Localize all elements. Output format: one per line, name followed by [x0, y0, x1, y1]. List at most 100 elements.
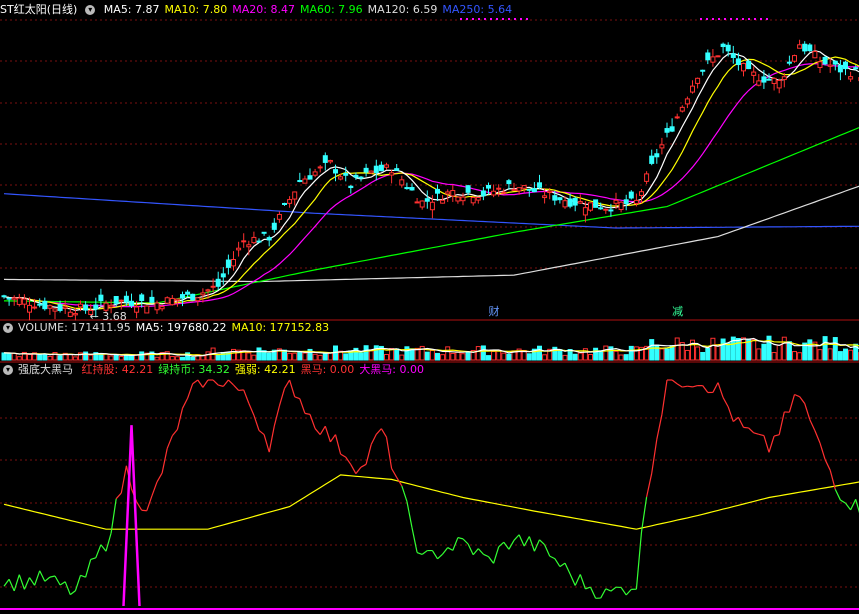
- red-green-line: [380, 428, 388, 438]
- candle-body: [475, 197, 481, 201]
- candle-body: [598, 207, 604, 210]
- signal-dot: [490, 18, 492, 20]
- volume-bar: [251, 354, 257, 361]
- volume-bar: [460, 353, 466, 361]
- stock-name[interactable]: ST红太阳(日线): [0, 3, 77, 16]
- red-green-line: [64, 581, 71, 595]
- red-green-line: [187, 383, 194, 399]
- price-ma-label: MA10: 7.80: [164, 3, 228, 16]
- red-green-line: [95, 544, 102, 559]
- red-green-line: [727, 406, 734, 422]
- volume-bar: [287, 352, 293, 361]
- volume-bar: [6, 352, 12, 361]
- red-green-line: [243, 389, 250, 404]
- red-green-line: [421, 550, 428, 555]
- candle-body: [751, 71, 757, 76]
- red-green-line: [824, 459, 831, 471]
- red-green-line: [768, 435, 775, 453]
- candle-body: [317, 166, 323, 169]
- candle-body: [781, 76, 787, 81]
- candle-body: [516, 187, 522, 192]
- red-green-line: [69, 590, 76, 596]
- red-green-line: [431, 550, 439, 560]
- dropdown-icon[interactable]: ▾: [3, 323, 13, 333]
- candle-body: [802, 43, 808, 52]
- indicator-name[interactable]: 强底大黑马: [18, 363, 73, 376]
- candle-body: [460, 196, 466, 202]
- candle-body: [486, 185, 491, 189]
- candle-body: [261, 231, 267, 234]
- red-green-line: [8, 579, 15, 592]
- candle-body: [455, 196, 461, 202]
- volume-bar: [623, 354, 629, 361]
- volume-bar: [792, 351, 797, 361]
- signal-dot: [754, 18, 756, 20]
- volume-bar: [741, 337, 746, 361]
- red-green-line: [416, 551, 423, 555]
- red-green-line: [258, 429, 265, 436]
- red-green-line: [544, 544, 551, 557]
- volume-bar: [57, 355, 63, 361]
- candle-body: [608, 209, 614, 212]
- dark-horse-spike: [122, 425, 141, 607]
- volume-bar: [720, 338, 726, 361]
- candle-body: [409, 187, 415, 191]
- candle-body: [577, 201, 583, 204]
- candle-body: [807, 44, 813, 52]
- red-green-line: [385, 437, 393, 469]
- price-ma-label: MA250: 5.64: [442, 3, 513, 16]
- candle-body: [822, 56, 828, 65]
- volume-bar: [180, 356, 185, 361]
- red-green-line: [176, 408, 184, 430]
- candle-body: [164, 297, 170, 304]
- volume-bar: [710, 337, 716, 361]
- volume-bar: [827, 348, 833, 361]
- volume-bar: [174, 356, 180, 361]
- candle-body: [297, 180, 303, 183]
- dropdown-icon[interactable]: ▾: [85, 5, 96, 15]
- candle-body: [363, 167, 369, 173]
- red-green-line: [85, 559, 92, 578]
- candle-body: [322, 155, 328, 163]
- red-green-line: [49, 575, 56, 578]
- candle-body: [817, 61, 823, 68]
- volume-bar: [98, 354, 104, 361]
- candle-body: [715, 55, 721, 58]
- red-green-line: [289, 379, 296, 398]
- signal-dot: [526, 18, 528, 20]
- candle-body: [526, 188, 532, 191]
- red-green-line: [105, 532, 112, 552]
- red-green-line: [100, 544, 107, 552]
- candle-body: [797, 44, 803, 49]
- red-green-line: [227, 379, 234, 386]
- volume-bar: [292, 352, 298, 361]
- red-green-line: [248, 402, 255, 416]
- candle-body: [562, 200, 568, 208]
- red-green-line: [370, 434, 377, 445]
- candle-body: [241, 240, 247, 243]
- red-green-line: [671, 379, 678, 385]
- candle-body: [27, 304, 32, 313]
- candle-body: [83, 304, 89, 311]
- dropdown-icon[interactable]: ▾: [3, 365, 13, 375]
- red-green-line: [763, 435, 770, 453]
- candle-body: [756, 80, 762, 86]
- red-green-line: [748, 427, 755, 434]
- candle-body: [725, 44, 731, 52]
- candle-body: [465, 185, 471, 193]
- price-ma-label: MA120: 6.59: [367, 3, 438, 16]
- signal-dot: [478, 18, 480, 20]
- candle-body: [225, 259, 231, 268]
- volume-bar: [572, 353, 578, 361]
- red-green-line: [212, 379, 219, 386]
- red-green-line: [278, 388, 286, 407]
- red-green-line: [753, 432, 759, 435]
- volume-header: ▾ VOLUME: 171411.95 MA5: 197680.22 MA10: 17…: [0, 321, 339, 335]
- red-green-line: [329, 434, 336, 443]
- stock-chart[interactable]: ← 3.68 财减: [0, 0, 859, 614]
- red-green-line: [218, 384, 224, 387]
- volume-bar: [358, 352, 364, 361]
- candle-body: [720, 43, 726, 48]
- candle-body: [1, 295, 7, 298]
- volume-bar: [781, 336, 787, 361]
